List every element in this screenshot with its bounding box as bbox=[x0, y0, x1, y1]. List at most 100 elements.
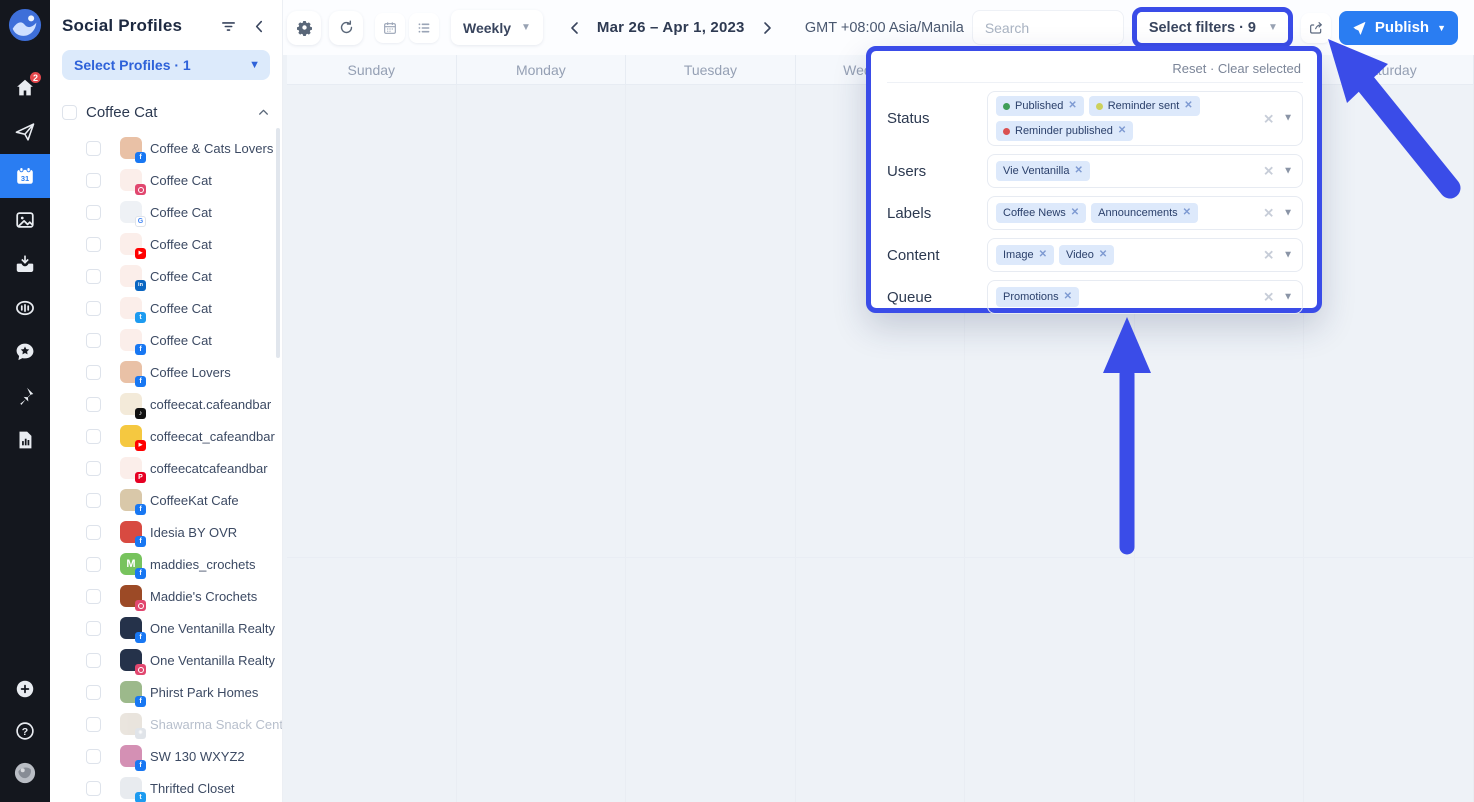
profile-checkbox[interactable] bbox=[86, 269, 101, 284]
profile-row[interactable]: fIdesia BY OVR bbox=[50, 516, 282, 548]
sidebar-item-avatar[interactable] bbox=[0, 752, 50, 794]
profile-row[interactable]: GCoffee Cat bbox=[50, 196, 282, 228]
remove-tag-icon[interactable]: ✕ bbox=[1183, 208, 1191, 218]
view-mode-dropdown[interactable]: Weekly ▼ bbox=[451, 10, 543, 45]
profile-row[interactable]: ▶coffeecat_cafeandbar bbox=[50, 420, 282, 452]
list-view-button[interactable] bbox=[409, 13, 439, 43]
chevron-down-icon[interactable]: ▼ bbox=[1283, 292, 1293, 302]
profile-row[interactable]: fCoffee Lovers bbox=[50, 356, 282, 388]
profile-checkbox[interactable] bbox=[86, 141, 101, 156]
profile-checkbox[interactable] bbox=[86, 173, 101, 188]
profile-row[interactable]: fPhirst Park Homes bbox=[50, 676, 282, 708]
sidebar-item-add[interactable] bbox=[0, 668, 50, 710]
remove-tag-icon[interactable]: ✕ bbox=[1074, 166, 1082, 176]
profile-checkbox[interactable] bbox=[86, 333, 101, 348]
remove-tag-icon[interactable]: ✕ bbox=[1099, 250, 1107, 260]
profile-row[interactable]: tCoffee Cat bbox=[50, 292, 282, 324]
sidebar-item-media[interactable] bbox=[0, 198, 50, 242]
clear-field-icon[interactable]: ✕ bbox=[1263, 249, 1274, 262]
profile-row[interactable]: ✳Shawarma Snack Cente… bbox=[50, 708, 282, 740]
remove-tag-icon[interactable]: ✕ bbox=[1071, 208, 1079, 218]
profile-row[interactable]: Pcoffeecatcafeandbar bbox=[50, 452, 282, 484]
sidebar-item-pins[interactable] bbox=[0, 374, 50, 418]
profile-row[interactable]: tThrifted Closet bbox=[50, 772, 282, 802]
profile-checkbox[interactable] bbox=[86, 461, 101, 476]
clear-field-icon[interactable]: ✕ bbox=[1263, 112, 1274, 125]
profile-row[interactable]: Mfmaddies_crochets bbox=[50, 548, 282, 580]
day-column-saturday[interactable] bbox=[1304, 85, 1474, 802]
chevron-down-icon[interactable]: ▼ bbox=[1283, 114, 1293, 124]
chevron-down-icon[interactable]: ▼ bbox=[1283, 166, 1293, 176]
clear-field-icon[interactable]: ✕ bbox=[1263, 207, 1274, 220]
profile-checkbox[interactable] bbox=[86, 621, 101, 636]
profile-row[interactable]: ♪coffeecat.cafeandbar bbox=[50, 388, 282, 420]
sidebar-item-reviews[interactable] bbox=[0, 330, 50, 374]
profile-row[interactable]: Coffee Cat bbox=[50, 164, 282, 196]
profile-checkbox[interactable] bbox=[86, 525, 101, 540]
chevron-down-icon[interactable]: ▼ bbox=[1283, 208, 1293, 218]
profile-row[interactable]: fSW 130 WXYZ2 bbox=[50, 740, 282, 772]
profiles-filter-icon[interactable] bbox=[220, 18, 237, 35]
sidebar-item-calendar[interactable]: 31 bbox=[0, 154, 50, 198]
clear-selected-link[interactable]: Clear selected bbox=[1218, 61, 1301, 76]
filter-field-queue[interactable]: Promotions✕✕▼ bbox=[987, 280, 1303, 314]
select-filters-dropdown[interactable]: Select filters · 9 ▼ bbox=[1137, 12, 1288, 43]
remove-tag-icon[interactable]: ✕ bbox=[1068, 101, 1076, 111]
profile-checkbox[interactable] bbox=[86, 717, 101, 732]
remove-tag-icon[interactable]: ✕ bbox=[1118, 126, 1126, 136]
search-input[interactable] bbox=[972, 10, 1124, 45]
share-button[interactable] bbox=[1301, 13, 1331, 43]
profile-checkbox[interactable] bbox=[86, 429, 101, 444]
group-checkbox[interactable] bbox=[62, 105, 77, 120]
reset-filters-link[interactable]: Reset bbox=[1172, 61, 1206, 76]
filter-field-status[interactable]: Published✕Reminder sent✕Reminder publish… bbox=[987, 91, 1303, 146]
remove-tag-icon[interactable]: ✕ bbox=[1064, 292, 1072, 302]
profile-checkbox[interactable] bbox=[86, 685, 101, 700]
profile-checkbox[interactable] bbox=[86, 781, 101, 796]
chevron-down-icon[interactable]: ▼ bbox=[1283, 250, 1293, 260]
profile-checkbox[interactable] bbox=[86, 237, 101, 252]
profile-checkbox[interactable] bbox=[86, 301, 101, 316]
profile-row[interactable]: Maddie's Crochets bbox=[50, 580, 282, 612]
select-profiles-dropdown[interactable]: Select Profiles · 1 ▼ bbox=[62, 50, 270, 80]
profile-checkbox[interactable] bbox=[86, 493, 101, 508]
profile-checkbox[interactable] bbox=[86, 397, 101, 412]
chevron-up-icon[interactable] bbox=[257, 106, 270, 119]
publish-button[interactable]: Publish ▼ bbox=[1339, 11, 1458, 45]
filter-field-content[interactable]: Image✕Video✕✕▼ bbox=[987, 238, 1303, 272]
previous-week-button[interactable] bbox=[567, 20, 583, 36]
filter-field-users[interactable]: Vie Ventanilla✕✕▼ bbox=[987, 154, 1303, 188]
day-column-monday[interactable] bbox=[457, 85, 627, 802]
sidebar-item-reports[interactable] bbox=[0, 418, 50, 462]
profile-row[interactable]: fCoffee Cat bbox=[50, 324, 282, 356]
profile-row[interactable]: fCoffee & Cats Lovers bbox=[50, 132, 282, 164]
sidebar-item-home[interactable]: 2 bbox=[0, 66, 50, 110]
profile-row[interactable]: inCoffee Cat bbox=[50, 260, 282, 292]
profile-checkbox[interactable] bbox=[86, 749, 101, 764]
collapse-panel-icon[interactable] bbox=[251, 18, 268, 35]
profile-checkbox[interactable] bbox=[86, 653, 101, 668]
profile-row[interactable]: ▶Coffee Cat bbox=[50, 228, 282, 260]
profile-checkbox[interactable] bbox=[86, 589, 101, 604]
profile-checkbox[interactable] bbox=[86, 557, 101, 572]
remove-tag-icon[interactable]: ✕ bbox=[1039, 250, 1047, 260]
sidebar-item-help[interactable]: ? bbox=[0, 710, 50, 752]
clear-field-icon[interactable]: ✕ bbox=[1263, 291, 1274, 304]
clear-field-icon[interactable]: ✕ bbox=[1263, 165, 1274, 178]
next-week-button[interactable] bbox=[759, 20, 775, 36]
filter-field-labels[interactable]: Coffee News✕Announcements✕✕▼ bbox=[987, 196, 1303, 230]
sidebar-item-inbox[interactable] bbox=[0, 242, 50, 286]
calendar-view-button[interactable] bbox=[375, 13, 405, 43]
day-column-sunday[interactable] bbox=[287, 85, 457, 802]
profile-checkbox[interactable] bbox=[86, 365, 101, 380]
refresh-button[interactable] bbox=[329, 11, 363, 45]
profile-checkbox[interactable] bbox=[86, 205, 101, 220]
panel-scrollbar[interactable] bbox=[276, 128, 280, 358]
day-column-tuesday[interactable] bbox=[626, 85, 796, 802]
settings-button[interactable] bbox=[287, 11, 321, 45]
profile-row[interactable]: One Ventanilla Realty bbox=[50, 644, 282, 676]
sidebar-item-publish-plane[interactable] bbox=[0, 110, 50, 154]
app-logo-icon[interactable] bbox=[8, 8, 42, 42]
remove-tag-icon[interactable]: ✕ bbox=[1184, 101, 1192, 111]
sidebar-item-listening[interactable] bbox=[0, 286, 50, 330]
